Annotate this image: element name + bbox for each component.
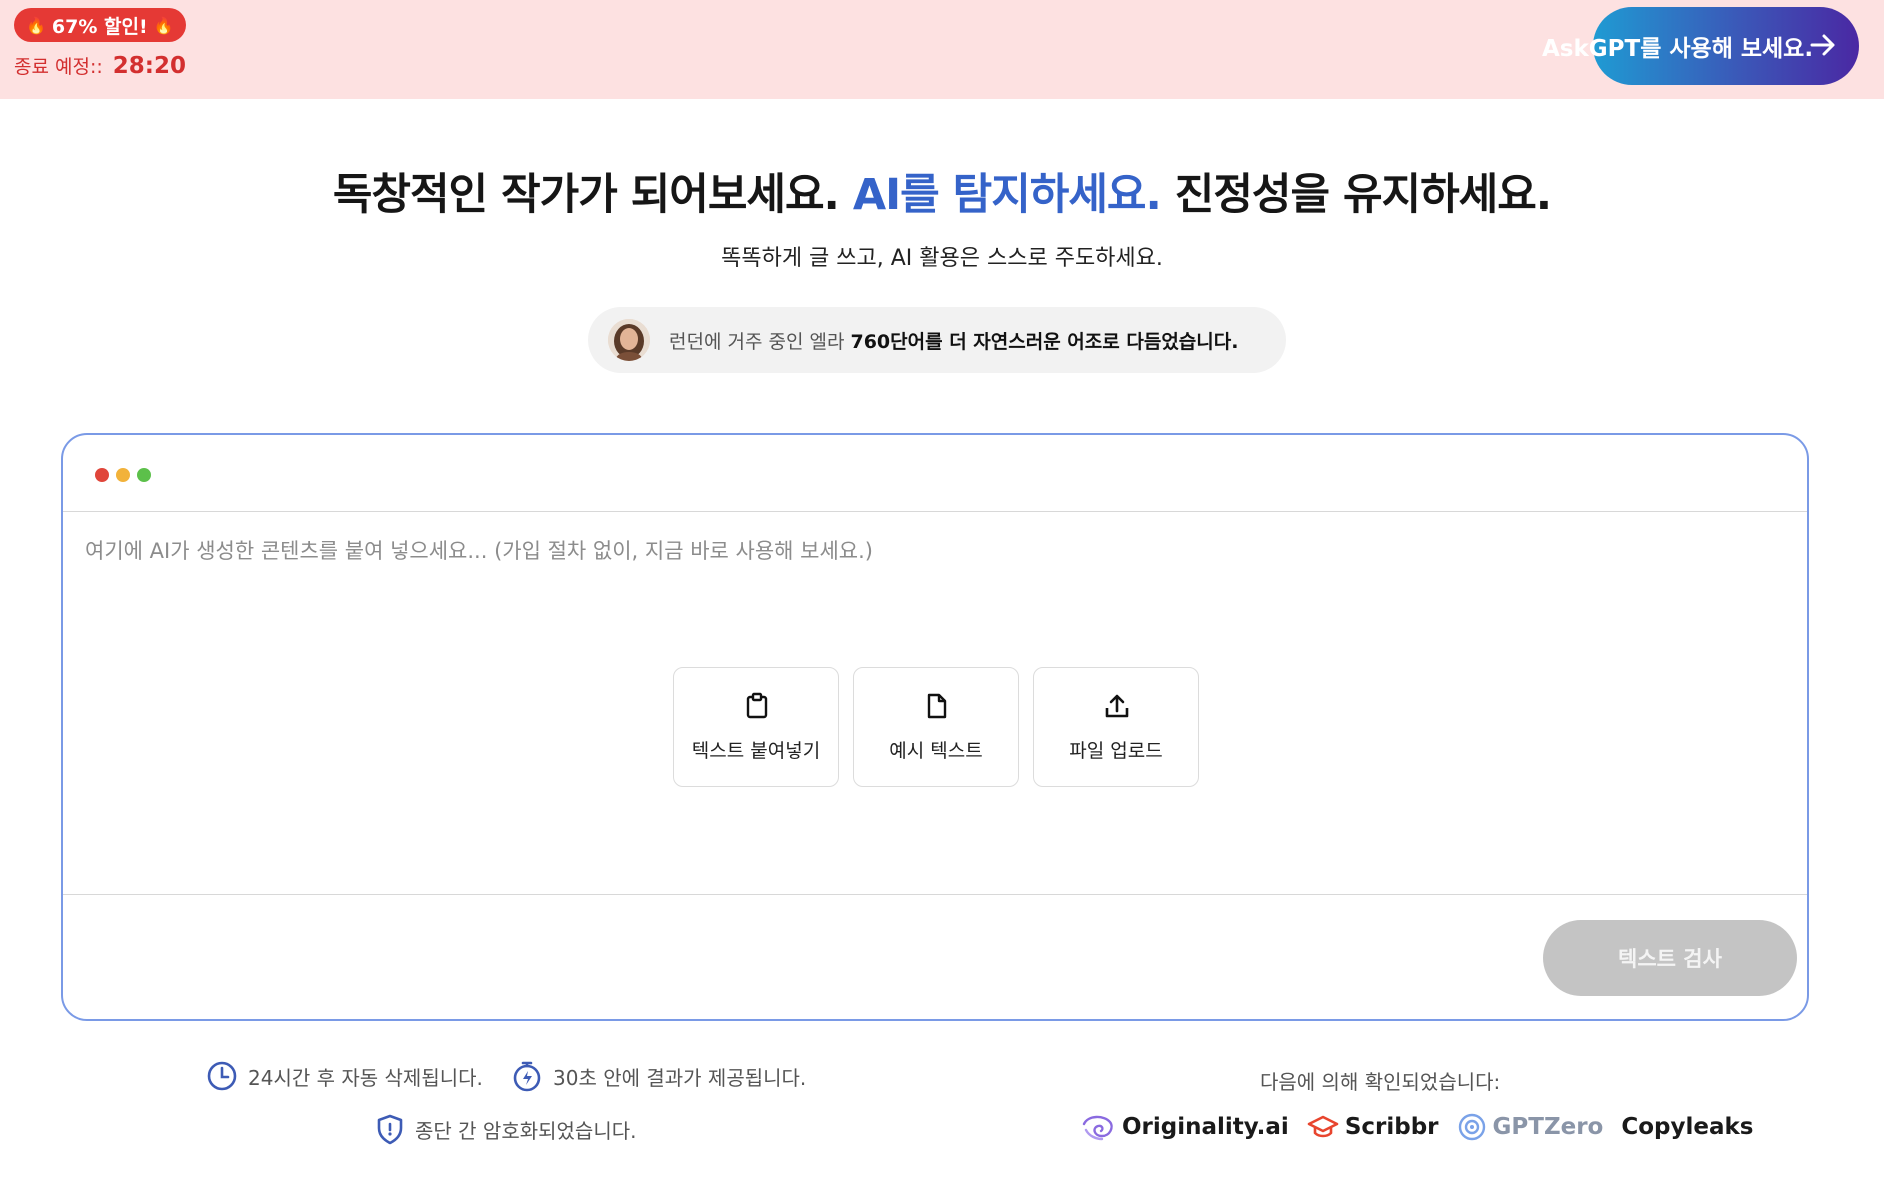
encryption-feature: 종단 간 암호화되었습니다. xyxy=(375,1113,636,1145)
fast-results-feature: 30초 안에 결과가 제공됩니다. xyxy=(511,1060,806,1092)
gptzero-logo: GPTZero xyxy=(1457,1112,1604,1142)
upload-file-button[interactable]: 파일 업로드 xyxy=(1033,667,1199,787)
originality-logo: Originality.ai xyxy=(1080,1112,1289,1142)
scribbr-icon xyxy=(1307,1115,1339,1138)
stopwatch-icon xyxy=(513,1061,541,1092)
window-dot-red xyxy=(95,468,109,482)
countdown-label: 종료 예정:: xyxy=(14,56,103,78)
upload-file-label: 파일 업로드 xyxy=(1069,740,1163,762)
gptzero-name: GPTZero xyxy=(1492,1114,1604,1140)
testimonial-pill: 런던에 거주 중인 엘라 760단어를 더 자연스러운 어조로 다듬었습니다. xyxy=(588,307,1286,373)
sample-text-label: 예시 텍스트 xyxy=(889,740,983,762)
try-askgpt-label[interactable]: AskGPT를 사용해 보세요. xyxy=(1542,29,1813,63)
arrow-right-icon[interactable] xyxy=(1808,30,1838,60)
auto-delete-label: 24시간 후 자동 삭제됩니다. xyxy=(248,1065,483,1090)
flame-icon: 🔥 xyxy=(26,15,46,35)
originality-icon xyxy=(1082,1115,1113,1141)
shield-icon xyxy=(377,1114,403,1145)
page-title: 독창적인 작가가 되어보세요. AI를 탐지하세요. 진정성을 유지하세요. xyxy=(0,160,1884,222)
divider xyxy=(63,894,1807,895)
copyleaks-logo: Copyleaks xyxy=(1621,1114,1753,1140)
scribbr-logo: Scribbr xyxy=(1307,1113,1439,1141)
discount-label: 67% 할인! xyxy=(51,15,148,38)
window-dot-green xyxy=(137,468,151,482)
discount-badge: 🔥 67% 할인! 🔥 xyxy=(14,8,186,42)
content-input[interactable] xyxy=(85,535,1785,595)
testimonial-author: 런던에 거주 중인 엘라 xyxy=(669,331,851,353)
flame-icon: 🔥 xyxy=(153,15,174,35)
upload-icon xyxy=(1105,694,1129,718)
copyleaks-name: Copyleaks xyxy=(1621,1114,1754,1140)
originality-name: Originality.ai xyxy=(1122,1114,1289,1140)
verifier-logos: Originality.ai Scribbr GPTZero Copyleaks xyxy=(1080,1112,1754,1142)
title-part-2: 진정성을 유지하세요. xyxy=(1160,170,1552,220)
testimonial-claim: 760단어를 더 자연스러운 어조로 다듬었습니다. xyxy=(850,331,1239,353)
auto-delete-feature: 24시간 후 자동 삭제됩니다. xyxy=(206,1060,483,1092)
paste-text-button[interactable]: 텍스트 붙여넣기 xyxy=(673,667,839,787)
document-icon xyxy=(927,693,947,719)
promo-banner: 🔥 67% 할인! 🔥 종료 예정:: 28:20 AskGPT를 사용해 보세… xyxy=(0,0,1884,99)
verified-by-label: 다음에 의해 확인되었습니다: xyxy=(1260,1070,1501,1094)
divider xyxy=(63,511,1807,512)
page-subtitle: 똑똑하게 글 쓰고, AI 활용은 스스로 주도하세요. xyxy=(721,246,1163,271)
title-accent: AI를 탐지하세요. xyxy=(852,170,1162,220)
check-text-button[interactable]: 텍스트 검사 xyxy=(1543,920,1797,996)
countdown-timer: 28:20 xyxy=(112,53,186,79)
scribbr-name: Scribbr xyxy=(1344,1114,1439,1140)
fast-results-label: 30초 안에 결과가 제공됩니다. xyxy=(553,1065,807,1090)
avatar xyxy=(608,319,650,361)
countdown: 종료 예정:: 28:20 xyxy=(14,52,186,79)
title-part-1: 독창적인 작가가 되어보세요. xyxy=(332,170,853,220)
paste-text-label: 텍스트 붙여넣기 xyxy=(691,740,821,762)
sample-text-button[interactable]: 예시 텍스트 xyxy=(853,667,1019,787)
clipboard-icon xyxy=(746,692,768,719)
testimonial-text: 런던에 거주 중인 엘라 760단어를 더 자연스러운 어조로 다듬었습니다. xyxy=(669,327,1238,354)
gptzero-icon xyxy=(1458,1113,1485,1141)
encryption-label: 종단 간 암호화되었습니다. xyxy=(415,1118,637,1143)
window-controls xyxy=(95,468,151,482)
text-editor-card: 텍스트 붙여넣기 예시 텍스트 파일 업로드 텍스트 검사 xyxy=(61,433,1809,1021)
window-dot-yellow xyxy=(116,468,130,482)
clock-icon xyxy=(207,1061,237,1091)
